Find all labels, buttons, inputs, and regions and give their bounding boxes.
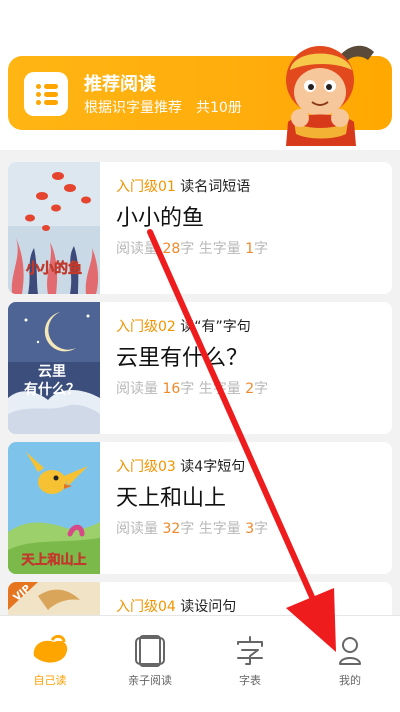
level-description: 读名词短语 (180, 179, 251, 195)
book-stats: 阅读量 16字 生字量 2字 (116, 381, 269, 397)
book-card[interactable]: 小小的鱼 入门级01 读名词短语 小小的鱼 阅读量 28字 生字量 1字 (8, 162, 392, 294)
book-cover: 天上和山上 (8, 442, 100, 574)
cover-title-line1: 云里 (38, 364, 66, 380)
tab-parent-child-read[interactable]: 亲子阅读 (100, 616, 200, 712)
book-card[interactable]: 天上和山上 入门级03 读4字短句 天上和山上 阅读量 32字 生字量 3字 (8, 442, 392, 574)
cover-title: 小小的鱼 (26, 260, 82, 277)
tab-profile[interactable]: 我的 (300, 616, 400, 712)
profile-icon (339, 637, 361, 665)
level-description: 读“有”字句 (180, 319, 251, 335)
tab-label: 自己读 (33, 674, 67, 687)
parent-child-read-icon (135, 635, 165, 667)
level-code: 入门级02 (116, 319, 176, 335)
level-code: 入门级01 (116, 179, 176, 195)
banner-subtitle: 根据识字量推荐 共10册 (84, 100, 242, 116)
header-area: 推荐阅读 根据识字量推荐 共10册 (0, 0, 400, 150)
book-title: 天上和山上 (116, 486, 227, 511)
book-stats: 阅读量 28字 生字量 1字 (116, 241, 269, 257)
level-code: 入门级04 (116, 599, 176, 615)
book-title: 小小的鱼 (116, 206, 205, 231)
book-list[interactable]: 小小的鱼 入门级01 读名词短语 小小的鱼 阅读量 28字 生字量 1字 云里 … (0, 150, 400, 615)
tab-self-read[interactable]: 自己读 (0, 616, 100, 712)
tab-label: 字表 (239, 674, 261, 687)
book-title: 云里有什么？ (116, 346, 249, 371)
tab-character-table[interactable]: 字表 (200, 616, 300, 712)
book-cover: 小小的鱼 (8, 162, 100, 294)
monkey-king-mascot-icon (286, 45, 374, 146)
list-icon (24, 72, 68, 116)
cover-title-line2: 有什么？ (24, 381, 80, 398)
level-code: 入门级03 (116, 459, 176, 475)
self-read-icon (33, 634, 68, 663)
tab-label: 我的 (339, 674, 361, 687)
book-card[interactable]: VIP 入门级04 读设问句 (8, 582, 392, 615)
character-table-icon (237, 636, 263, 665)
book-card[interactable]: 云里 有什么？ 入门级02 读“有”字句 云里有什么？ 阅读量 16字 生字量 … (8, 302, 392, 434)
book-level: 入门级04 读设问句 (116, 596, 236, 615)
book-level: 入门级01 读名词短语 (116, 176, 250, 196)
tab-label: 亲子阅读 (128, 674, 172, 687)
level-description: 读设问句 (180, 599, 237, 615)
banner-title: 推荐阅读 (84, 74, 156, 95)
level-description: 读4字短句 (180, 459, 246, 475)
book-level: 入门级02 读“有”字句 (116, 316, 251, 336)
cover-title: 天上和山上 (21, 552, 86, 568)
book-stats: 阅读量 32字 生字量 3字 (116, 521, 269, 537)
book-cover: 云里 有什么？ (8, 302, 100, 434)
book-level: 入门级03 读4字短句 (116, 456, 245, 476)
book-cover: VIP (8, 582, 100, 615)
bottom-tab-bar: 自己读 亲子阅读 字表 我的 (0, 615, 400, 712)
